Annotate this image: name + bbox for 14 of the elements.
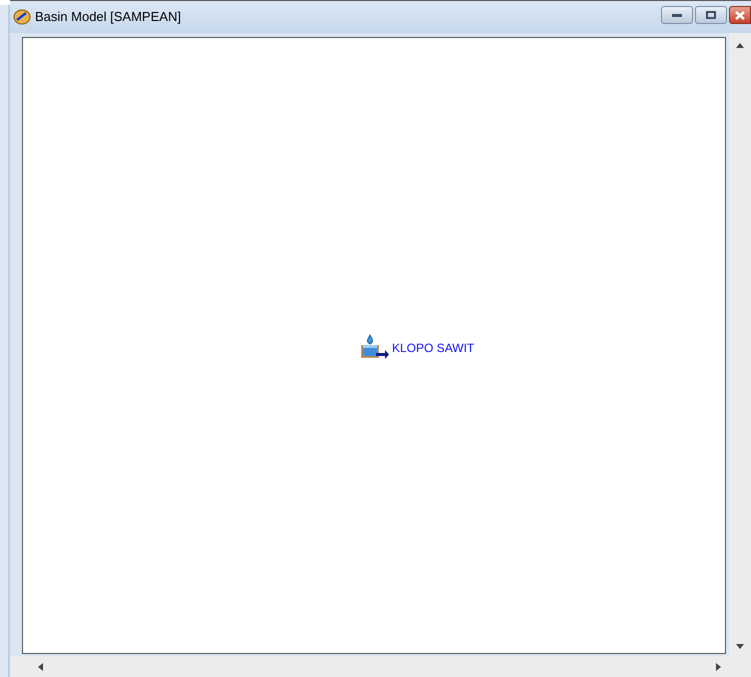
maximize-button[interactable] — [695, 6, 727, 24]
close-button[interactable] — [729, 6, 751, 24]
element-label: KLOPO SAWIT — [392, 342, 474, 354]
scroll-up-icon[interactable] — [736, 43, 744, 48]
minimize-icon — [672, 14, 682, 16]
restore-icon — [706, 11, 716, 19]
scroll-left-icon[interactable] — [38, 662, 43, 670]
scroll-down-icon[interactable] — [736, 644, 744, 649]
reservoir-icon — [360, 334, 390, 360]
close-icon — [735, 10, 745, 20]
app-icon — [13, 9, 31, 25]
window-title: Basin Model [SAMPEAN] — [35, 8, 181, 26]
minimize-button[interactable] — [661, 6, 693, 24]
scroll-right-icon[interactable] — [716, 662, 721, 670]
